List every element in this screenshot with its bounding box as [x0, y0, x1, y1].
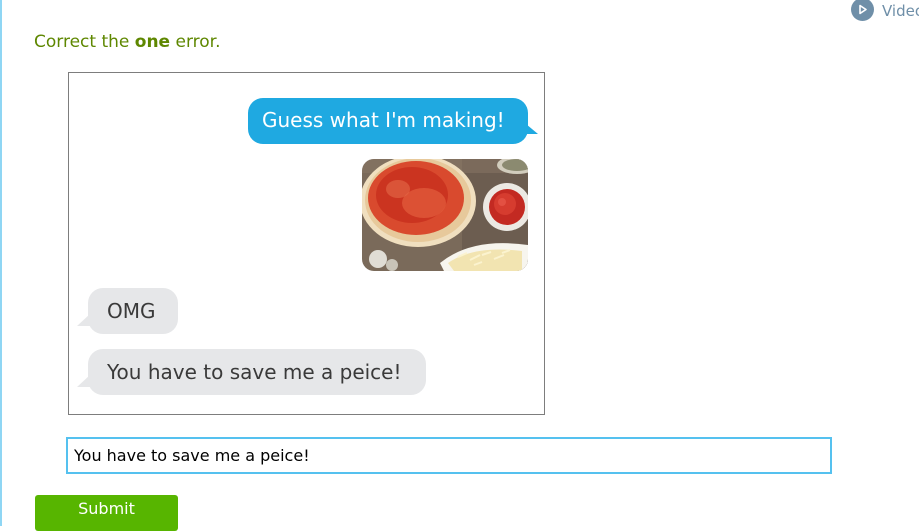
incoming-bubble-tail — [77, 314, 90, 326]
left-edge-rule — [0, 0, 2, 526]
incoming-message-bubble: You have to save me a peice! — [77, 349, 426, 395]
incoming-bubble-tail — [77, 375, 90, 387]
outgoing-bubble-tail — [526, 124, 538, 134]
answer-input[interactable] — [66, 437, 832, 474]
instruction-text-after: error. — [170, 32, 221, 52]
video-link-label: Video — [882, 2, 919, 20]
instruction-text-before: Correct the — [34, 32, 135, 52]
text-message-conversation: Guess what I'm making! OMG You have to s… — [68, 72, 545, 415]
incoming-message-text: You have to save me a peice! — [107, 360, 402, 384]
video-link[interactable]: Video — [851, 0, 919, 22]
instruction-emphasis: one — [134, 32, 171, 52]
pizza-photo — [362, 159, 528, 271]
incoming-message-bubble: OMG — [77, 288, 178, 334]
incoming-message-text: OMG — [107, 299, 156, 323]
outgoing-message-text: Guess what I'm making! — [262, 108, 505, 132]
outgoing-message-bubble: Guess what I'm making! — [248, 98, 538, 144]
question-instruction: Correct the one error. — [34, 32, 220, 52]
play-circle-icon — [851, 0, 874, 21]
